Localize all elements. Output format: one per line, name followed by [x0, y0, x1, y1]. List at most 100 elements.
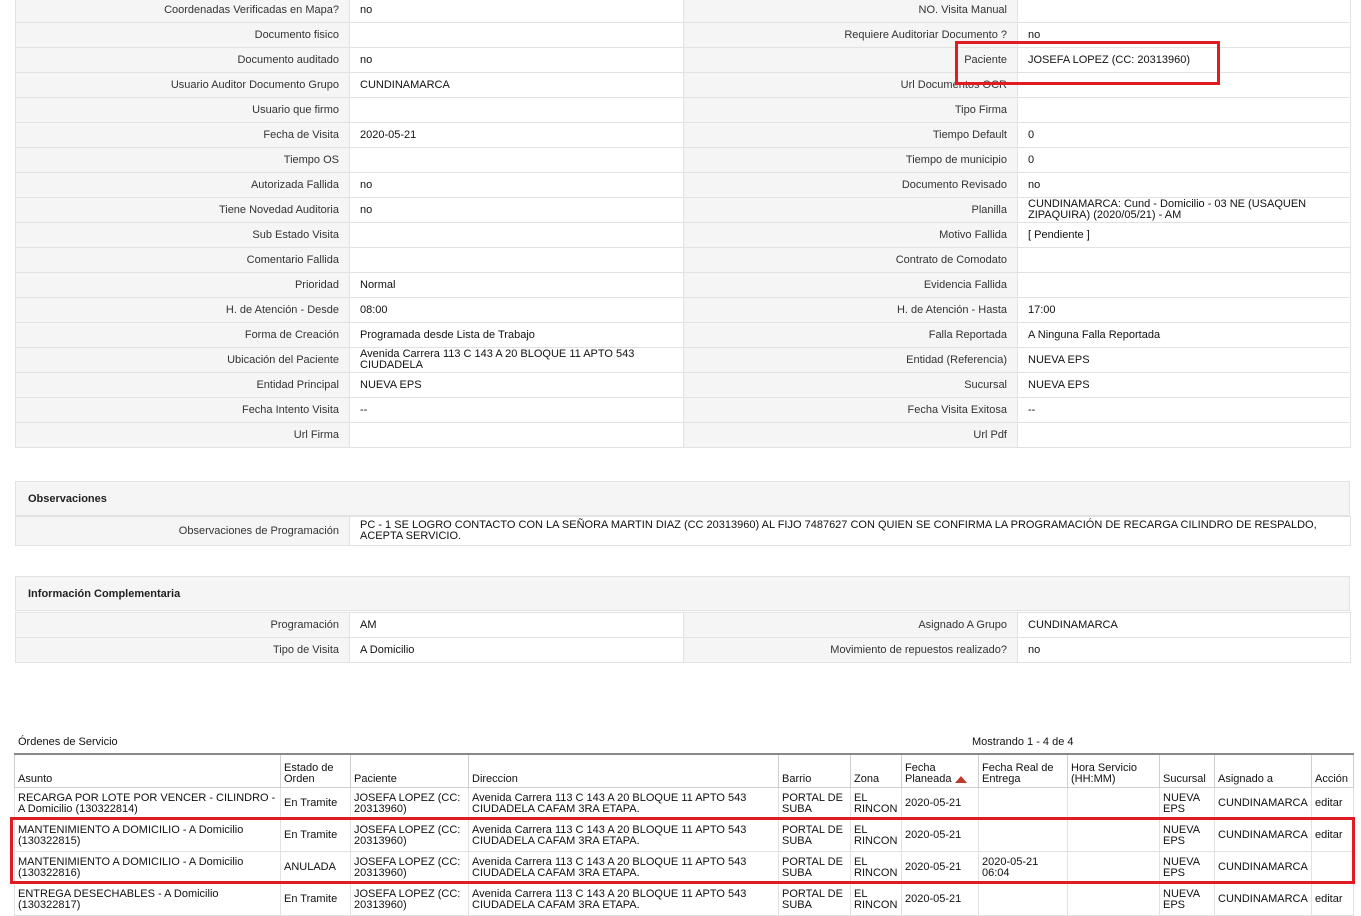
tiempo-os-label: Tiempo OS	[15, 147, 350, 173]
detail-row: Entidad Principal NUEVA EPS Sucursal NUEVA …	[15, 372, 1351, 398]
tiene-novedad-auditoria-label: Tiene Novedad Auditoria	[15, 197, 350, 223]
forma-de-creacion-label: Forma de Creación	[15, 322, 350, 348]
cell-accion: editar	[1311, 819, 1354, 852]
cell-hora-servicio-hh-mm	[1067, 883, 1160, 916]
edit-link[interactable]: editar	[1315, 797, 1343, 809]
tiempo-default-value: 0	[1017, 122, 1351, 148]
cell-direccion: Avenida Carrera 113 C 143 A 20 BLOQUE 11…	[468, 851, 779, 884]
asignado-a-grupo-value: CUNDINAMARCA	[1017, 612, 1351, 638]
detail-row: Ubicación del Paciente Avenida Carrera 11…	[15, 347, 1351, 373]
cell-fecha-real-de-entrega	[978, 819, 1068, 852]
movimiento-de-repuestos-realizado-label: Movimiento de repuestos realizado?	[683, 637, 1018, 663]
detail-row: Usuario que firmo Tipo Firma	[15, 97, 1351, 123]
documento-fisico-value	[349, 22, 684, 48]
column-header-zona[interactable]: Zona	[850, 753, 902, 788]
usuario-auditor-documento-grupo-value: CUNDINAMARCA	[349, 72, 684, 98]
column-header-paciente[interactable]: Paciente	[350, 753, 469, 788]
tiempo-de-municipio-label: Tiempo de municipio	[683, 147, 1018, 173]
column-header-estado-de-orden[interactable]: Estado de Orden	[280, 753, 351, 788]
cell-accion	[1311, 851, 1354, 884]
detail-row: Fecha de Visita 2020-05-21 Tiempo Default 0	[15, 122, 1351, 148]
planilla-label: Planilla	[683, 197, 1018, 223]
cell-estado-de-orden: En Tramite	[280, 787, 351, 820]
cell-direccion: Avenida Carrera 113 C 143 A 20 BLOQUE 11…	[468, 787, 779, 820]
cell-accion: editar	[1311, 787, 1354, 820]
prioridad-label: Prioridad	[15, 272, 350, 298]
cell-barrio: PORTAL DE SUBA	[778, 851, 851, 884]
ubicacion-del-paciente-value: Avenida Carrera 113 C 143 A 20 BLOQUE 11…	[349, 347, 684, 373]
tiempo-de-municipio-value: 0	[1017, 147, 1351, 173]
requiere-auditoriar-documento-value: no	[1017, 22, 1351, 48]
comentario-fallida-label: Comentario Fallida	[15, 247, 350, 273]
movimiento-de-repuestos-realizado-value: no	[1017, 637, 1351, 663]
column-header-barrio[interactable]: Barrio	[778, 753, 851, 788]
evidencia-fallida-value	[1017, 272, 1351, 298]
url-firma-value	[349, 422, 684, 448]
motivo-fallida-value: [ Pendiente ]	[1017, 222, 1351, 248]
orders-count: Mostrando 1 - 4 de 4	[972, 736, 1074, 748]
sucursal-value: NUEVA EPS	[1017, 372, 1351, 398]
cell-paciente: JOSEFA LOPEZ (CC: 20313960)	[350, 851, 469, 884]
column-header-sucursal[interactable]: Sucursal	[1159, 753, 1215, 788]
column-header-asignado-a[interactable]: Asignado a	[1214, 753, 1312, 788]
table-row: MANTENIMIENTO A DOMICILIO - A Domicilio …	[14, 819, 1354, 852]
cell-asignado-a: CUNDINAMARCA	[1214, 787, 1312, 820]
cell-zona: EL RINCON	[850, 787, 902, 820]
tiempo-os-value	[349, 147, 684, 173]
column-header-direccion[interactable]: Direccion	[468, 753, 779, 788]
detail-row: Usuario Auditor Documento Grupo CUNDINAMA…	[15, 72, 1351, 98]
cell-hora-servicio-hh-mm	[1067, 819, 1160, 852]
column-header-label: Estado de Orden	[284, 762, 334, 785]
column-header-label: Acción	[1315, 773, 1349, 785]
cell-hora-servicio-hh-mm	[1067, 787, 1160, 820]
complementaria-title: Información Complementaria	[28, 587, 181, 600]
cell-fecha-planeada: 2020-05-21	[901, 819, 979, 852]
contrato-de-comodato-label: Contrato de Comodato	[683, 247, 1018, 273]
cell-asunto: RECARGA POR LOTE POR VENCER - CILINDRO -…	[14, 787, 281, 820]
cell-paciente: JOSEFA LOPEZ (CC: 20313960)	[350, 819, 469, 852]
cell-accion: editar	[1311, 883, 1354, 916]
column-header-fecha-planeada[interactable]: Fecha Planeada	[901, 753, 979, 788]
tiene-novedad-auditoria-value: no	[349, 197, 684, 223]
column-header-accion[interactable]: Acción	[1311, 753, 1354, 788]
cell-sucursal: NUEVA EPS	[1159, 819, 1215, 852]
detail-row: Fecha Intento Visita -- Fecha Visita Exito…	[15, 397, 1351, 423]
tipo-firma-value	[1017, 97, 1351, 123]
cell-asunto: MANTENIMIENTO A DOMICILIO - A Domicilio …	[14, 851, 281, 884]
observaciones-value: PC - 1 SE LOGRO CONTACTO CON LA SEÑORA M…	[349, 516, 1351, 546]
programacion-label: Programación	[15, 612, 350, 638]
sort-asc-icon[interactable]	[954, 775, 967, 783]
column-header-hora-servicio-hh-mm[interactable]: Hora Servicio (HH:MM)	[1067, 753, 1160, 788]
programacion-value: AM	[349, 612, 684, 638]
entidad-referencia-label: Entidad (Referencia)	[683, 347, 1018, 373]
url-firma-label: Url Firma	[15, 422, 350, 448]
complementaria-header: Información Complementaria	[15, 576, 1350, 611]
cell-estado-de-orden: En Tramite	[280, 883, 351, 916]
orders-table: Asunto Estado de Orden Paciente Direccion Ba…	[14, 753, 1354, 916]
planilla-value: CUNDINAMARCA: Cund - Domicilio - 03 NE (…	[1017, 197, 1351, 223]
url-pdf-value	[1017, 422, 1351, 448]
cell-fecha-real-de-entrega: 2020-05-21 06:04	[978, 851, 1068, 884]
paciente-value: JOSEFA LOPEZ (CC: 20313960)	[1017, 47, 1351, 73]
no-visita-manual-label: NO. Visita Manual	[683, 0, 1018, 23]
fecha-de-visita-label: Fecha de Visita	[15, 122, 350, 148]
cell-paciente: JOSEFA LOPEZ (CC: 20313960)	[350, 787, 469, 820]
detail-row: Documento auditado no Paciente JOSEFA LOPEZ…	[15, 47, 1351, 73]
cell-direccion: Avenida Carrera 113 C 143 A 20 BLOQUE 11…	[468, 883, 779, 916]
url-pdf-label: Url Pdf	[683, 422, 1018, 448]
detail-row: Tiene Novedad Auditoria no Planilla CUNDINA…	[15, 197, 1351, 223]
cell-fecha-planeada: 2020-05-21	[901, 787, 979, 820]
edit-link[interactable]: editar	[1315, 893, 1343, 905]
edit-link[interactable]: editar	[1315, 829, 1343, 841]
column-header-label: Sucursal	[1163, 773, 1206, 785]
cell-fecha-real-de-entrega	[978, 883, 1068, 916]
cell-paciente: JOSEFA LOPEZ (CC: 20313960)	[350, 883, 469, 916]
observaciones-label: Observaciones de Programación	[15, 516, 350, 546]
details-table: Coordenadas Verificadas en Mapa? no NO. Vi…	[15, 0, 1351, 448]
column-header-fecha-real-de-entrega[interactable]: Fecha Real de Entrega	[978, 753, 1068, 788]
cell-asignado-a: CUNDINAMARCA	[1214, 883, 1312, 916]
column-header-label: Asignado a	[1218, 773, 1274, 785]
column-header-label: Hora Servicio (HH:MM)	[1071, 762, 1138, 785]
column-header-asunto[interactable]: Asunto	[14, 753, 281, 788]
cell-fecha-planeada: 2020-05-21	[901, 851, 979, 884]
